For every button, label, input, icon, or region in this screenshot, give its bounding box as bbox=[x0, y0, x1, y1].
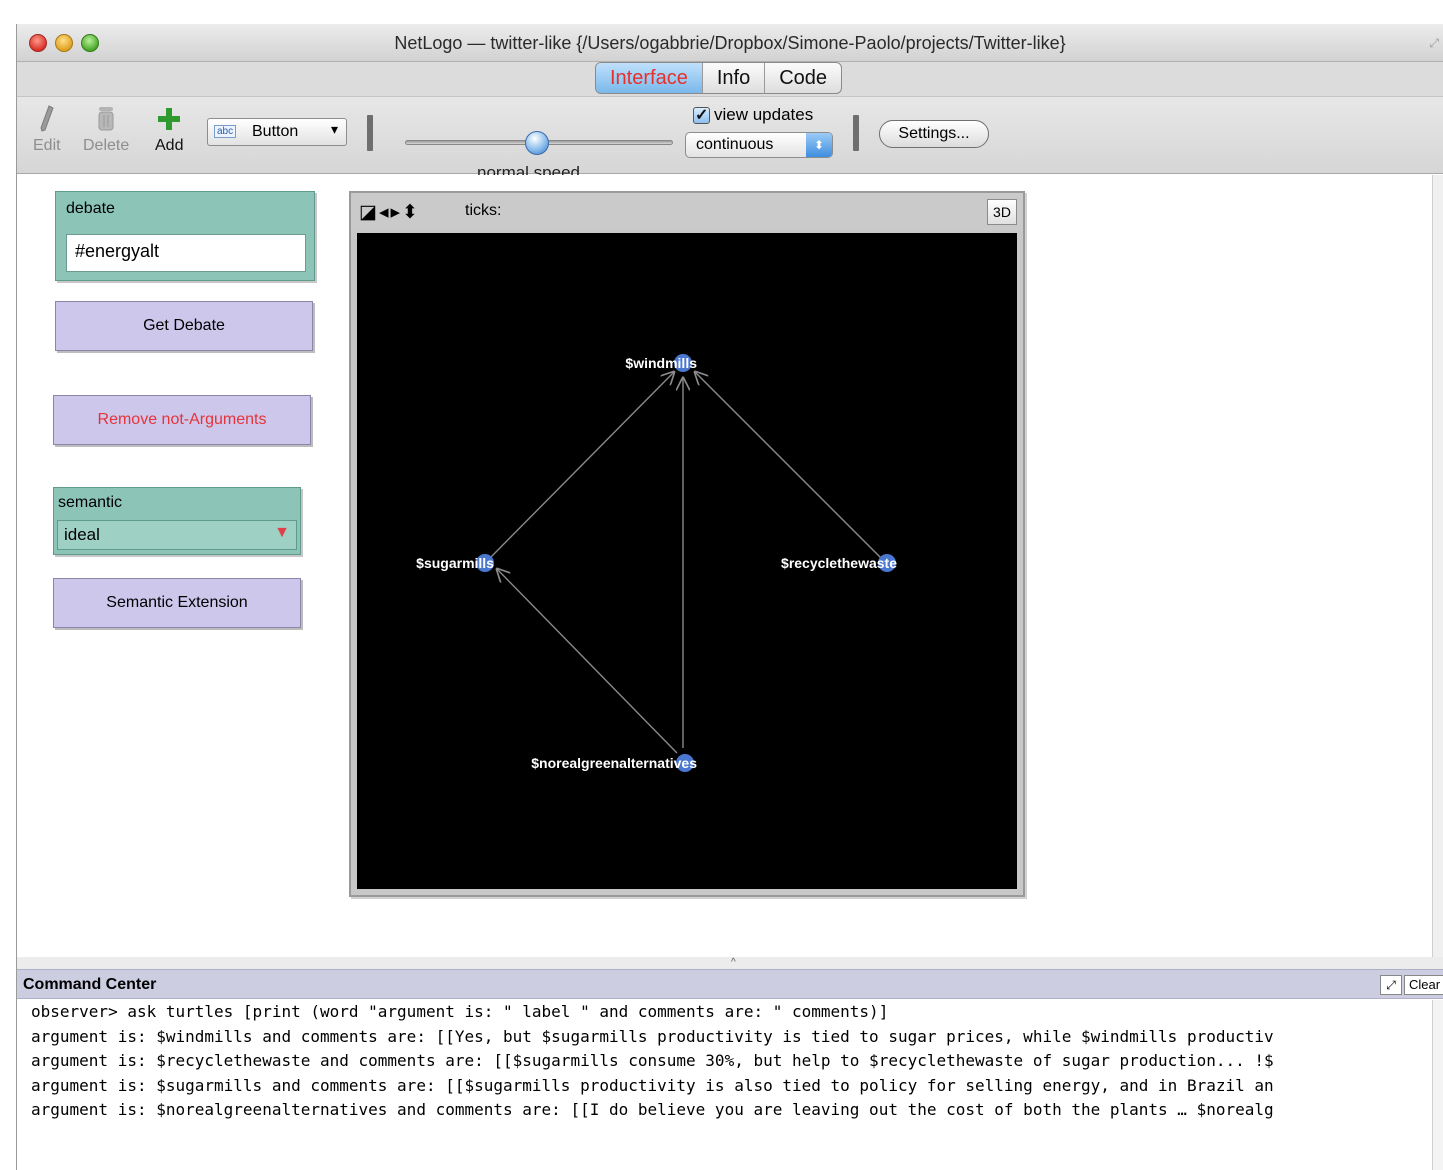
output-line: argument is: $windmills and comments are… bbox=[31, 1026, 1274, 1046]
toolbar: Edit Delete Add abc Button ▾ normal spee… bbox=[17, 96, 1443, 182]
command-center-title: Command Center bbox=[23, 976, 157, 993]
edit-label: Edit bbox=[33, 137, 61, 154]
speed-slider-knob[interactable] bbox=[525, 131, 549, 155]
argument-graph: $windmills $sugarmills $recyclethewaste … bbox=[416, 354, 897, 772]
widget-type-value: Button bbox=[252, 123, 299, 140]
world-canvas[interactable]: $windmills $sugarmills $recyclethewaste … bbox=[357, 233, 1017, 889]
node-label-norealgreenalternatives: $norealgreenalternatives bbox=[531, 755, 697, 771]
interface-scrollbar[interactable] bbox=[1432, 175, 1443, 957]
link-sugarmills-windmills bbox=[489, 372, 674, 559]
add-label: Add bbox=[155, 137, 184, 154]
settings-button[interactable]: Settings... bbox=[879, 120, 989, 148]
chevron-down-icon: ▾ bbox=[330, 121, 338, 137]
tab-interface[interactable]: Interface bbox=[596, 63, 702, 93]
toolbar-separator bbox=[367, 115, 373, 151]
update-mode-dropdown[interactable]: continuous ⬍ bbox=[685, 132, 833, 158]
tab-code[interactable]: Code bbox=[764, 63, 841, 93]
3d-view-button[interactable]: 3D bbox=[987, 199, 1017, 225]
output-line: argument is: $recyclethewaste and commen… bbox=[31, 1051, 1274, 1070]
delete-label: Delete bbox=[83, 137, 130, 154]
clear-button[interactable]: Clear bbox=[1404, 975, 1443, 995]
widget-type-dropdown[interactable]: abc Button ▾ bbox=[207, 118, 347, 146]
semantic-extension-button[interactable]: Semantic Extension bbox=[53, 578, 301, 628]
remove-not-arguments-button[interactable]: Remove not-Arguments bbox=[53, 395, 311, 445]
edit-button[interactable]: Edit bbox=[33, 101, 61, 155]
semantic-value: ideal bbox=[64, 525, 100, 544]
fullscreen-icon[interactable]: ⤢ bbox=[1429, 36, 1439, 51]
delete-button[interactable]: Delete bbox=[83, 101, 129, 155]
semantic-chooser[interactable]: semantic ideal ▼ bbox=[53, 487, 301, 555]
link-recyclethewaste-windmills bbox=[695, 372, 882, 559]
view-controls-icon[interactable]: ◪◂▸⬍ bbox=[359, 201, 420, 224]
plus-icon bbox=[155, 101, 183, 137]
stepper-arrows-icon: ⬍ bbox=[806, 133, 832, 157]
command-center-header: Command Center ⤢ Clear bbox=[17, 969, 1443, 999]
view-updates-toggle[interactable]: view updates bbox=[693, 105, 813, 125]
tab-info[interactable]: Info bbox=[701, 63, 764, 93]
output-line: argument is: $sugarmills and comments ar… bbox=[31, 1075, 1274, 1095]
dropdown-triangle-icon: ▼ bbox=[274, 524, 290, 541]
button-widget-icon: abc bbox=[214, 125, 237, 138]
debate-input[interactable]: #energyalt bbox=[66, 234, 306, 272]
tab-bar: Interface Info Code bbox=[595, 62, 842, 94]
update-mode-value: continuous bbox=[696, 136, 774, 153]
semantic-label: semantic bbox=[58, 494, 123, 511]
node-label-windmills: $windmills bbox=[625, 355, 697, 371]
pencil-icon bbox=[33, 101, 61, 137]
link-norealgreen-sugarmills bbox=[497, 569, 678, 754]
debate-label: debate bbox=[66, 200, 115, 217]
tab-row: Interface Info Code bbox=[17, 62, 1443, 96]
interface-canvas: debate #energyalt Get Debate Remove not-… bbox=[17, 175, 1443, 957]
pane-splitter[interactable]: ^ bbox=[17, 957, 1443, 969]
view-header: ◪◂▸⬍ ticks: 3D bbox=[351, 193, 1023, 231]
command-center-output[interactable]: observer> ask turtles [print (word "argu… bbox=[17, 1000, 1443, 1170]
view-updates-checkbox[interactable] bbox=[693, 105, 710, 125]
window-title: NetLogo — twitter-like {/Users/ogabbrie/… bbox=[394, 33, 1066, 53]
caret-up-icon[interactable]: ^ bbox=[731, 957, 736, 968]
node-label-sugarmills: $sugarmills bbox=[416, 555, 494, 571]
toolbar-separator bbox=[853, 115, 859, 151]
title-bar: NetLogo — twitter-like {/Users/ogabbrie/… bbox=[17, 24, 1443, 62]
expand-icon[interactable]: ⤢ bbox=[1380, 975, 1402, 995]
output-line: observer> ask turtles [print (word "argu… bbox=[31, 1002, 889, 1021]
add-button[interactable]: Add bbox=[155, 101, 183, 155]
node-label-recyclethewaste: $recyclethewaste bbox=[781, 555, 897, 571]
semantic-dropdown[interactable]: ideal ▼ bbox=[57, 520, 297, 550]
output-scrollbar[interactable] bbox=[1432, 1000, 1443, 1170]
ticks-label: ticks: bbox=[465, 202, 502, 219]
netlogo-window: NetLogo — twitter-like {/Users/ogabbrie/… bbox=[16, 24, 1443, 1170]
get-debate-button[interactable]: Get Debate bbox=[55, 301, 313, 351]
trash-icon bbox=[83, 101, 129, 137]
view-updates-label: view updates bbox=[714, 105, 814, 124]
debate-input-widget[interactable]: debate #energyalt bbox=[55, 191, 315, 281]
output-line: argument is: $norealgreenalternatives an… bbox=[31, 1100, 1274, 1119]
world-view: ◪◂▸⬍ ticks: 3D $windmills $sugarmills $r… bbox=[349, 191, 1025, 897]
